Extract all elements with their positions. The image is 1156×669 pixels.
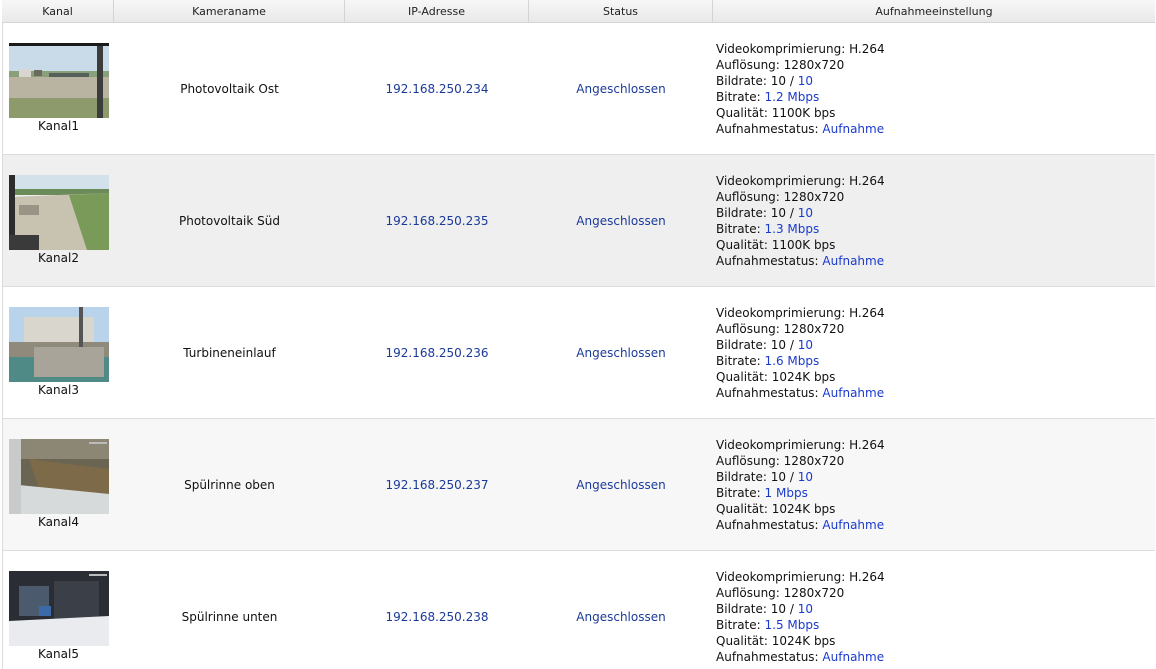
quality-line: Qualität: 1100K bps [716, 237, 836, 252]
recstatus-line: Aufnahmestatus: Aufnahme [716, 121, 885, 136]
recording-settings: Videokomprimierung: H.264 Auflösung: 128… [713, 551, 1155, 669]
recstatus-link[interactable]: Aufnahme [822, 254, 884, 268]
bitrate-line: Bitrate: 1.5 Mbps [716, 617, 820, 632]
bitrate-link[interactable]: 1.2 Mbps [765, 90, 820, 104]
framerate-max-link[interactable]: 10 [798, 206, 813, 220]
channel-label: Kanal2 [38, 251, 79, 265]
channel-label: Kanal5 [38, 647, 79, 661]
resolution-line: Auflösung: 1280x720 [716, 585, 845, 600]
table-row: Kanal2 Photovoltaik Süd 192.168.250.235 … [2, 155, 1155, 287]
channel-label: Kanal1 [38, 119, 79, 133]
status-link[interactable]: Angeschlossen [529, 287, 713, 418]
framerate-line: Bildrate: 10 / 10 [716, 601, 813, 616]
bitrate-link[interactable]: 1.5 Mbps [765, 618, 820, 632]
framerate-max-link[interactable]: 10 [798, 74, 813, 88]
framerate-max-link[interactable]: 10 [798, 602, 813, 616]
table-row: Kanal3 Turbineneinlauf 192.168.250.236 A… [2, 287, 1155, 419]
header-aufnahmeeinstellung[interactable]: Aufnahmeeinstellung [713, 0, 1155, 22]
status-link[interactable]: Angeschlossen [529, 551, 713, 669]
compression-line: Videokomprimierung: H.264 [716, 173, 885, 188]
camera-name: Photovoltaik Ost [180, 81, 279, 96]
bitrate-line: Bitrate: 1.6 Mbps [716, 353, 820, 368]
ip-address-link[interactable]: 192.168.250.236 [345, 287, 529, 418]
recstatus-line: Aufnahmestatus: Aufnahme [716, 649, 885, 664]
camera-name: Spülrinne oben [184, 477, 275, 492]
framerate-max-link[interactable]: 10 [798, 470, 813, 484]
compression-line: Videokomprimierung: H.264 [716, 437, 885, 452]
camera-channel-table: Kanal Kameraname IP-Adresse Status Aufna… [2, 0, 1155, 669]
recstatus-link[interactable]: Aufnahme [822, 386, 884, 400]
compression-line: Videokomprimierung: H.264 [716, 569, 885, 584]
bitrate-link[interactable]: 1.3 Mbps [765, 222, 820, 236]
framerate-line: Bildrate: 10 / 10 [716, 205, 813, 220]
recording-settings: Videokomprimierung: H.264 Auflösung: 128… [713, 155, 1155, 286]
recording-settings: Videokomprimierung: H.264 Auflösung: 128… [713, 23, 1155, 154]
channel-cell: Kanal3 [3, 287, 114, 418]
channel-cell: Kanal2 [3, 155, 114, 286]
recstatus-line: Aufnahmestatus: Aufnahme [716, 385, 885, 400]
camera-name: Turbineneinlauf [183, 345, 276, 360]
table-header: Kanal Kameraname IP-Adresse Status Aufna… [2, 0, 1155, 23]
header-kanal[interactable]: Kanal [2, 0, 114, 22]
camera-preview-thumbnail[interactable] [8, 175, 109, 250]
status-link[interactable]: Angeschlossen [529, 23, 713, 154]
framerate-line: Bildrate: 10 / 10 [716, 337, 813, 352]
table-row: Kanal4 Spülrinne oben 192.168.250.237 An… [2, 419, 1155, 551]
framerate-line: Bildrate: 10 / 10 [716, 73, 813, 88]
camera-preview-thumbnail[interactable] [8, 439, 109, 514]
channel-label: Kanal3 [38, 383, 79, 397]
recording-settings: Videokomprimierung: H.264 Auflösung: 128… [713, 287, 1155, 418]
quality-line: Qualität: 1024K bps [716, 501, 836, 516]
resolution-line: Auflösung: 1280x720 [716, 57, 845, 72]
header-ip-adresse[interactable]: IP-Adresse [345, 0, 529, 22]
header-kameraname[interactable]: Kameraname [114, 0, 345, 22]
bitrate-line: Bitrate: 1.3 Mbps [716, 221, 820, 236]
resolution-line: Auflösung: 1280x720 [716, 453, 845, 468]
bitrate-link[interactable]: 1 Mbps [765, 486, 808, 500]
ip-address-link[interactable]: 192.168.250.234 [345, 23, 529, 154]
bitrate-line: Bitrate: 1 Mbps [716, 485, 808, 500]
table-row: Kanal1 Photovoltaik Ost 192.168.250.234 … [2, 23, 1155, 155]
framerate-max-link[interactable]: 10 [798, 338, 813, 352]
channel-cell: Kanal4 [3, 419, 114, 550]
recording-settings: Videokomprimierung: H.264 Auflösung: 128… [713, 419, 1155, 550]
ip-address-link[interactable]: 192.168.250.238 [345, 551, 529, 669]
camera-name: Photovoltaik Süd [178, 213, 280, 228]
bitrate-link[interactable]: 1.6 Mbps [765, 354, 820, 368]
recstatus-line: Aufnahmestatus: Aufnahme [716, 517, 885, 532]
quality-line: Qualität: 1024K bps [716, 369, 836, 384]
ip-address-link[interactable]: 192.168.250.235 [345, 155, 529, 286]
resolution-line: Auflösung: 1280x720 [716, 189, 845, 204]
recstatus-line: Aufnahmestatus: Aufnahme [716, 253, 885, 268]
recstatus-link[interactable]: Aufnahme [822, 518, 884, 532]
channel-cell: Kanal1 [3, 23, 114, 154]
camera-preview-thumbnail[interactable] [8, 571, 109, 646]
status-link[interactable]: Angeschlossen [529, 419, 713, 550]
status-link[interactable]: Angeschlossen [529, 155, 713, 286]
ip-address-link[interactable]: 192.168.250.237 [345, 419, 529, 550]
bitrate-line: Bitrate: 1.2 Mbps [716, 89, 820, 104]
framerate-line: Bildrate: 10 / 10 [716, 469, 813, 484]
camera-preview-thumbnail[interactable] [8, 307, 109, 382]
table-row: Kanal5 Spülrinne unten 192.168.250.238 A… [2, 551, 1155, 669]
quality-line: Qualität: 1100K bps [716, 105, 836, 120]
quality-line: Qualität: 1024K bps [716, 633, 836, 648]
camera-name: Spülrinne unten [181, 609, 278, 624]
recstatus-link[interactable]: Aufnahme [822, 650, 884, 664]
compression-line: Videokomprimierung: H.264 [716, 41, 885, 56]
channel-label: Kanal4 [38, 515, 79, 529]
camera-preview-thumbnail[interactable] [8, 43, 109, 118]
recstatus-link[interactable]: Aufnahme [822, 122, 884, 136]
compression-line: Videokomprimierung: H.264 [716, 305, 885, 320]
channel-cell: Kanal5 [3, 551, 114, 669]
resolution-line: Auflösung: 1280x720 [716, 321, 845, 336]
header-status[interactable]: Status [529, 0, 713, 22]
